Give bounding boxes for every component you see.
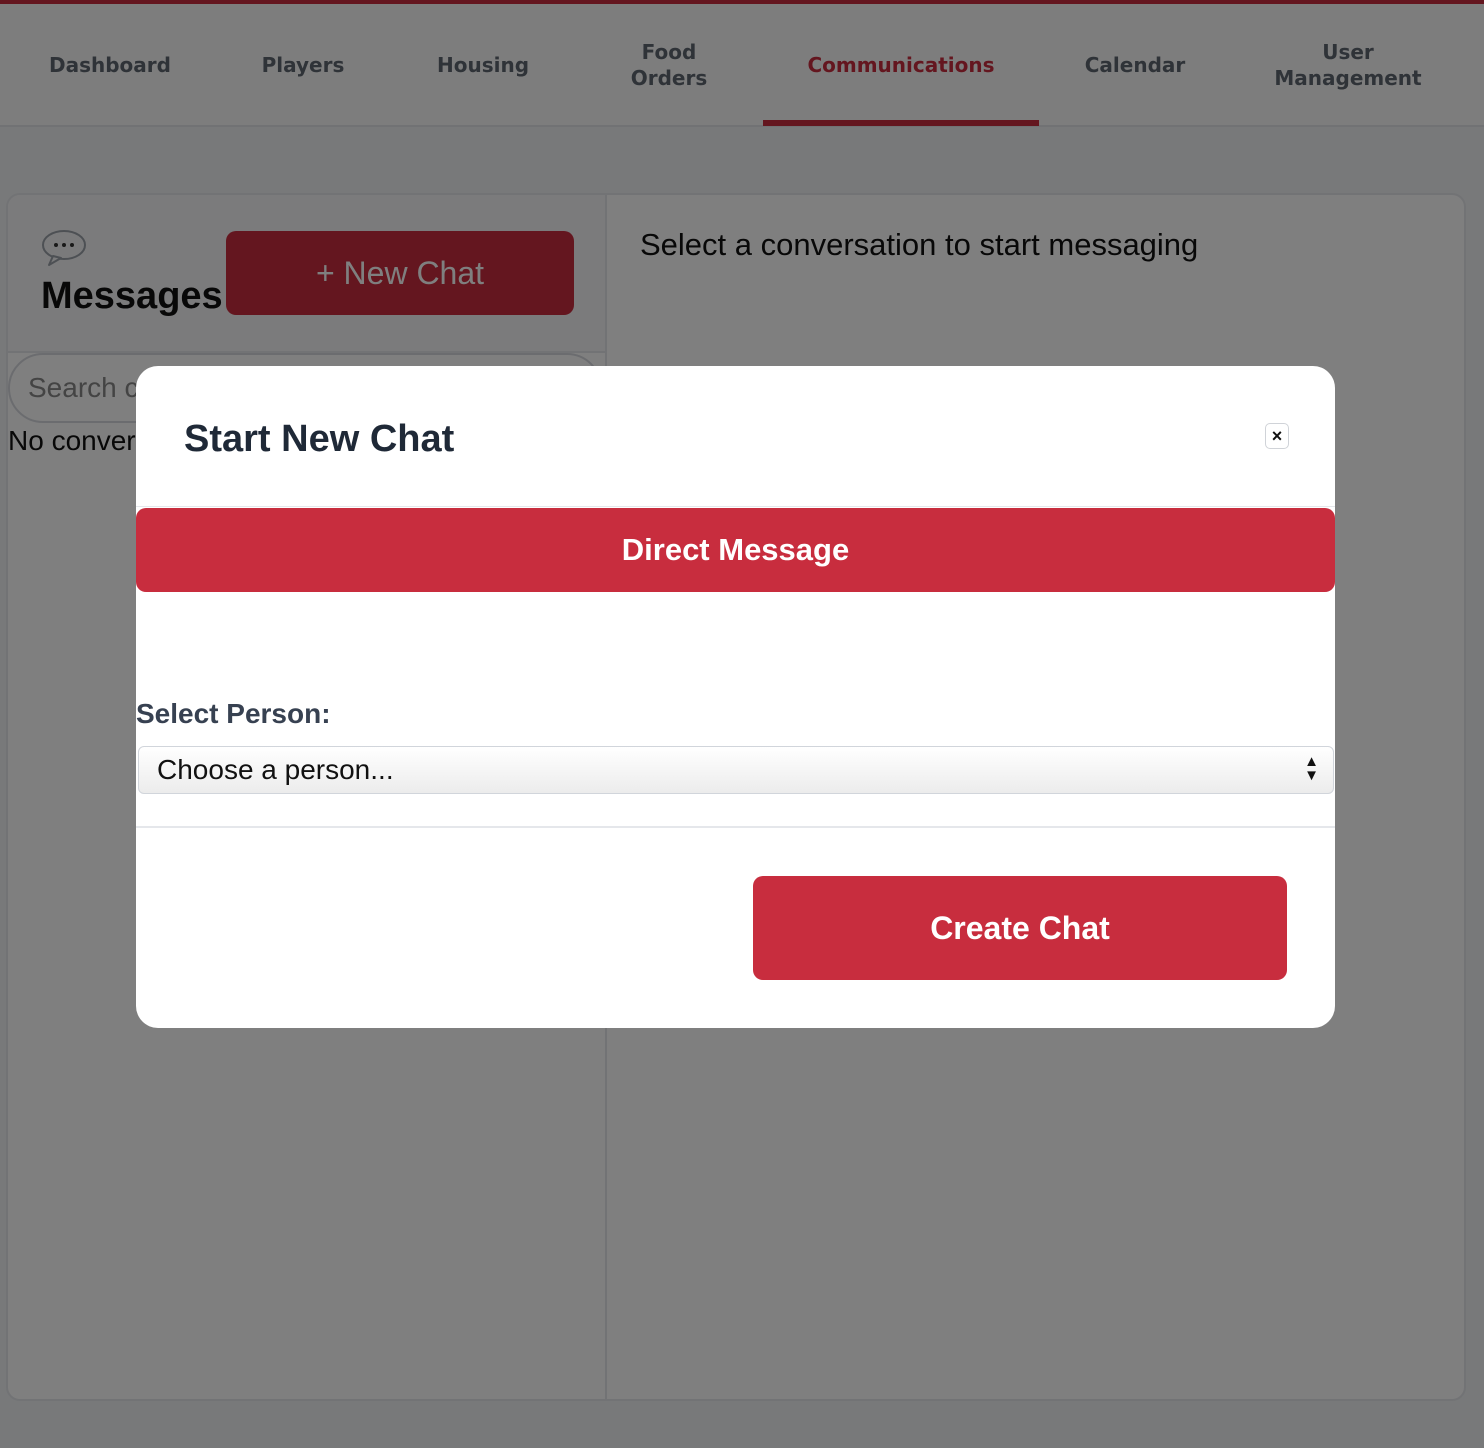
- select-arrows-icon: ▲ ▼: [1304, 753, 1319, 784]
- close-icon[interactable]: ×: [1265, 423, 1289, 449]
- direct-message-tab[interactable]: Direct Message: [136, 508, 1335, 592]
- modal-header-divider: [136, 506, 1335, 507]
- person-select[interactable]: Choose a person... ▲ ▼: [138, 746, 1334, 794]
- modal-title: Start New Chat: [184, 418, 455, 460]
- modal-footer-divider: [136, 826, 1335, 828]
- create-chat-button[interactable]: Create Chat: [753, 876, 1287, 980]
- select-person-label: Select Person:: [136, 698, 331, 729]
- person-select-value: Choose a person...: [157, 754, 394, 785]
- start-new-chat-modal: Start New Chat × Direct Message Select P…: [136, 366, 1335, 1028]
